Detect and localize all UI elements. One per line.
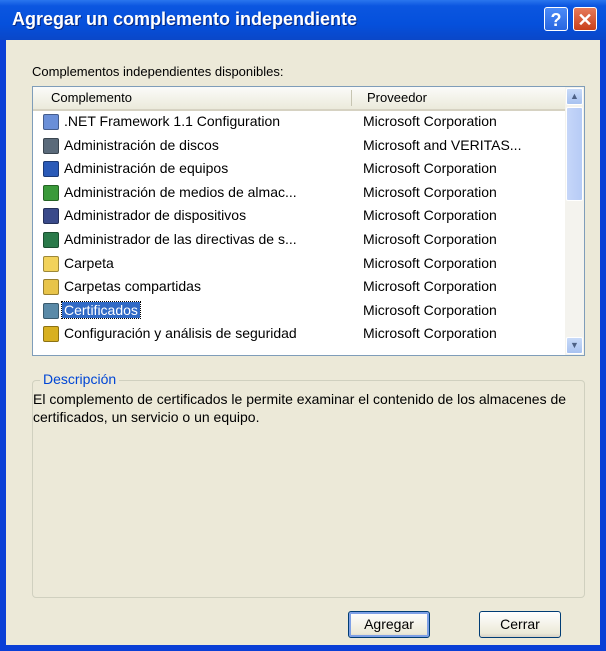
vertical-scrollbar[interactable]: ▲ ▼ — [565, 87, 584, 355]
shared-folders-icon — [43, 279, 59, 296]
title-bar[interactable]: Agregar un complemento independiente ? ✕ — [0, 0, 606, 40]
scroll-up-button[interactable]: ▲ — [566, 88, 583, 105]
list-item[interactable]: Administración de medios de almac... Micr… — [33, 182, 565, 206]
list-item-provider: Microsoft Corporation — [363, 207, 497, 224]
list-item[interactable]: Carpeta Microsoft Corporation — [33, 253, 565, 277]
column-header-complemento[interactable]: Complemento — [51, 90, 132, 105]
list-item-name: Administración de medios de almac... — [64, 183, 297, 200]
list-item-provider: Microsoft Corporation — [363, 325, 497, 342]
dialog-body: Complementos independientes disponibles:… — [6, 40, 600, 645]
close-window-button[interactable]: ✕ — [573, 7, 597, 31]
list-item-provider: Microsoft and VERITAS... — [363, 136, 522, 153]
list-rows: .NET Framework 1.1 Configuration Microsof… — [33, 111, 565, 347]
scroll-thumb[interactable] — [566, 107, 583, 201]
add-button[interactable]: Agregar — [348, 611, 430, 638]
list-item-provider: Microsoft Corporation — [363, 278, 497, 295]
available-snapins-label: Complementos independientes disponibles: — [32, 64, 284, 79]
computer-management-icon — [43, 161, 59, 178]
list-item-provider: Microsoft Corporation — [363, 254, 497, 271]
help-button[interactable]: ? — [544, 7, 568, 31]
window-title: Agregar un complemento independiente — [12, 9, 358, 29]
security-analysis-icon — [43, 326, 59, 343]
list-item-name: Certificados — [61, 300, 141, 319]
list-item-name: Configuración y análisis de seguridad — [64, 325, 297, 342]
list-item[interactable]: Carpetas compartidas Microsoft Corporatio… — [33, 276, 565, 300]
list-item-provider: Microsoft Corporation — [363, 160, 497, 177]
snapin-list[interactable]: Complemento Proveedor .NET Framework 1.1… — [32, 86, 585, 356]
column-header-proveedor[interactable]: Proveedor — [367, 90, 427, 105]
list-item[interactable]: Administración de equipos Microsoft Corpo… — [33, 158, 565, 182]
list-item-provider: Microsoft Corporation — [363, 113, 497, 129]
list-item-name: Administrador de las directivas de s... — [64, 230, 297, 247]
list-item-provider: Microsoft Corporation — [363, 301, 497, 318]
list-header: Complemento Proveedor — [33, 87, 565, 111]
description-text: El complemento de certificados le permit… — [33, 391, 567, 425]
list-item[interactable]: Configuración y análisis de seguridad Mic… — [33, 323, 565, 347]
list-item-name: Administrador de dispositivos — [64, 207, 247, 224]
column-divider[interactable] — [351, 90, 352, 106]
removable-storage-icon — [43, 184, 59, 201]
list-item-name: Administración de discos — [64, 136, 219, 153]
folder-icon — [43, 255, 59, 272]
scroll-down-button[interactable]: ▼ — [566, 337, 583, 354]
description-legend: Descripción — [40, 371, 120, 387]
list-item-name: Carpeta — [64, 254, 114, 271]
list-item[interactable]: .NET Framework 1.1 Configuration Microsof… — [33, 111, 565, 135]
device-manager-icon — [43, 208, 59, 225]
list-item[interactable]: Administración de discos Microsoft and VE… — [33, 135, 565, 159]
list-item-name: Administración de equipos — [64, 160, 229, 177]
list-item-provider: Microsoft Corporation — [363, 230, 497, 247]
dialog-window: Agregar un complemento independiente ? ✕… — [0, 0, 606, 651]
list-item[interactable]: Administrador de las directivas de s... M… — [33, 229, 565, 253]
policy-manager-icon — [43, 231, 59, 248]
list-item-name: .NET Framework 1.1 Configuration — [64, 113, 281, 129]
list-item[interactable]: Certificados Microsoft Corporation — [33, 300, 565, 324]
list-item-provider: Microsoft Corporation — [363, 183, 497, 200]
list-item-name: Carpetas compartidas — [64, 278, 201, 295]
dotnet-config-icon — [43, 114, 59, 130]
close-button[interactable]: Cerrar — [479, 611, 561, 638]
certificates-icon — [43, 302, 59, 319]
list-item[interactable]: Administrador de dispositivos Microsoft C… — [33, 205, 565, 229]
disk-management-icon — [43, 137, 59, 154]
